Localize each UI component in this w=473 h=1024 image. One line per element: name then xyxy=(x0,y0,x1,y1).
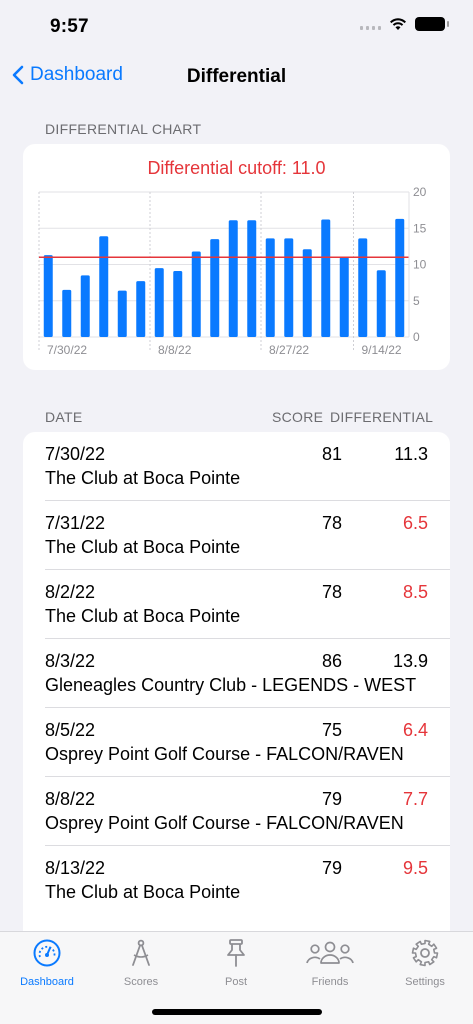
y-tick-label: 10 xyxy=(413,258,427,272)
bar xyxy=(80,275,90,337)
bar xyxy=(62,289,72,337)
bar xyxy=(43,255,53,337)
differential-bar-chart: 0 5 10 15 20 7/30/22 8/8/22 8/27/22 9/14/22 xyxy=(38,185,427,357)
y-tick-label: 20 xyxy=(413,185,427,199)
round-row[interactable]: 8/2/22 78 8.5 The Club at Boca Pointe xyxy=(45,570,450,639)
round-date: 8/3/22 xyxy=(45,651,96,671)
bar xyxy=(228,220,238,337)
bar xyxy=(339,257,349,337)
home-indicator xyxy=(152,1009,322,1015)
bar xyxy=(321,219,331,337)
chart-section-header: DIFFERENTIAL CHART xyxy=(45,121,202,137)
status-time: 9:57 xyxy=(50,16,89,37)
x-tick-label: 8/27/22 xyxy=(269,343,309,357)
score-column-header: SCORE xyxy=(272,409,324,425)
round-score: 75 xyxy=(321,720,342,740)
round-course: The Club at Boca Pointe xyxy=(45,606,241,626)
round-date: 8/13/22 xyxy=(45,858,106,878)
x-tick-label: 9/14/22 xyxy=(362,343,402,357)
y-tick-label: 15 xyxy=(413,221,427,235)
round-score: 78 xyxy=(321,513,342,533)
round-date: 8/5/22 xyxy=(45,720,96,740)
status-icons xyxy=(360,17,449,31)
round-score: 78 xyxy=(321,582,342,602)
round-course: Gleneagles Country Club - LEGENDS - WEST xyxy=(45,675,417,695)
tab-dashboard[interactable]: Dashboard xyxy=(0,938,94,988)
bar xyxy=(302,249,312,337)
tab-settings-label: Settings xyxy=(405,976,445,988)
bar xyxy=(265,238,275,337)
bar xyxy=(210,239,220,337)
tab-scores-label: Scores xyxy=(123,976,159,988)
round-score: 79 xyxy=(321,789,342,809)
round-differential: 7.7 xyxy=(402,789,428,809)
date-column-header: DATE xyxy=(45,409,83,425)
wifi-icon xyxy=(390,18,406,30)
bar xyxy=(358,238,368,337)
round-date: 7/31/22 xyxy=(45,513,106,533)
round-course: The Club at Boca Pointe xyxy=(45,537,241,557)
tab-dashboard-label: Dashboard xyxy=(20,976,74,988)
round-differential: 8.5 xyxy=(402,582,428,602)
round-course: The Club at Boca Pointe xyxy=(45,882,241,902)
tab-friends-label: Friends xyxy=(311,976,349,988)
tab-post-label: Post xyxy=(224,976,247,988)
tab-settings[interactable]: Settings xyxy=(378,938,472,988)
y-tick-label: 5 xyxy=(413,294,420,308)
tab-post[interactable]: Post xyxy=(189,938,283,988)
bar xyxy=(247,220,257,337)
round-course: The Club at Boca Pointe xyxy=(45,468,241,488)
compass-drawing-icon xyxy=(132,939,150,966)
round-differential: 6.5 xyxy=(402,513,428,533)
rounds-list: 7/30/22 81 11.3 The Club at Boca Pointe 7/31… xyxy=(23,432,450,952)
round-row[interactable]: 7/30/22 81 11.3 The Club at Boca Pointe xyxy=(45,432,450,501)
round-differential: 13.9 xyxy=(392,651,428,671)
round-row[interactable]: 8/3/22 86 13.9 Gleneagles Country Club - LE… xyxy=(45,639,450,708)
differential-chart-card: Differential cutoff: 11.0 0 5 10 15 20 7/30/2… xyxy=(23,144,450,370)
bar xyxy=(136,281,146,337)
bar xyxy=(376,270,386,337)
bar xyxy=(191,251,201,337)
round-row[interactable]: 8/13/22 79 9.5 The Club at Boca Pointe xyxy=(45,846,450,915)
pin-icon xyxy=(227,939,245,967)
status-bar: 9:57 xyxy=(0,0,473,54)
round-date: 8/8/22 xyxy=(45,789,96,809)
round-row[interactable]: 7/31/22 78 6.5 The Club at Boca Pointe xyxy=(45,501,450,570)
cellular-signal-icon xyxy=(360,18,381,30)
x-tick-label: 8/8/22 xyxy=(158,343,192,357)
y-tick-label: 0 xyxy=(413,330,420,344)
round-course: Osprey Point Golf Course - FALCON/RAVEN xyxy=(45,813,404,833)
x-tick-label: 7/30/22 xyxy=(47,343,87,357)
gauge-icon xyxy=(33,939,61,967)
round-course: Osprey Point Golf Course - FALCON/RAVEN xyxy=(45,744,404,764)
bar xyxy=(395,218,405,337)
bar xyxy=(154,268,164,337)
round-differential: 9.5 xyxy=(402,858,428,878)
page-title: Differential xyxy=(186,66,287,87)
battery-icon xyxy=(415,17,449,31)
round-differential: 11.3 xyxy=(394,444,428,464)
round-score: 79 xyxy=(321,858,342,878)
people-icon xyxy=(306,941,354,964)
bar xyxy=(284,238,294,337)
navigation-bar: Dashboard Differential xyxy=(0,54,473,100)
round-row[interactable]: 8/8/22 79 7.7 Osprey Point Golf Course - FA… xyxy=(45,777,450,846)
differential-column-header: DIFFERENTIAL xyxy=(330,409,434,425)
round-date: 8/2/22 xyxy=(45,582,96,602)
round-date: 7/30/22 xyxy=(45,444,106,464)
tab-friends[interactable]: Friends xyxy=(283,938,377,988)
round-row[interactable]: 8/5/22 75 6.4 Osprey Point Golf Course - FA… xyxy=(45,708,450,777)
round-score: 81 xyxy=(321,444,342,464)
tab-scores[interactable]: Scores xyxy=(94,938,188,988)
round-score: 86 xyxy=(321,651,342,671)
bar xyxy=(173,271,183,337)
bar xyxy=(117,290,127,337)
round-differential: 6.4 xyxy=(402,720,428,740)
gear-icon xyxy=(411,939,439,967)
bar xyxy=(99,236,109,337)
